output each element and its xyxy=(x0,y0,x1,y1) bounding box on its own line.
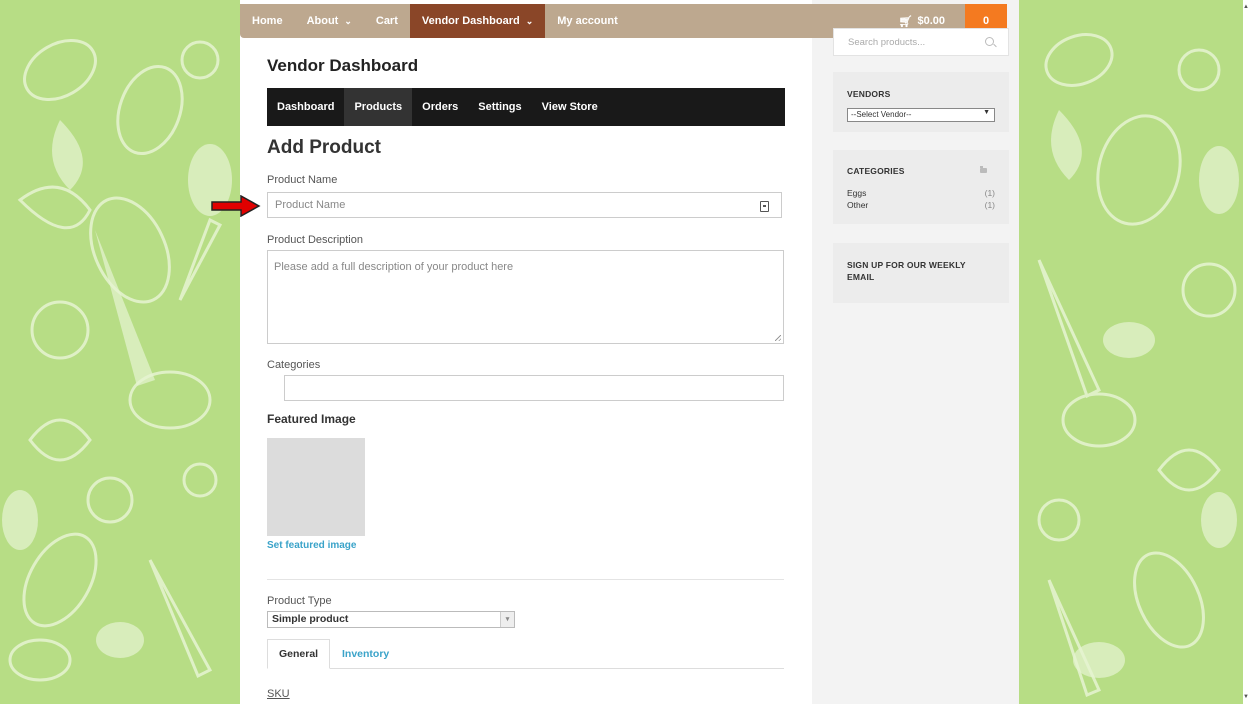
category-count: (1) xyxy=(984,200,995,210)
cart-icon: 🛒︎ xyxy=(898,15,913,28)
categories-widget-title: CATEGORIES xyxy=(847,166,905,176)
password-manager-icon[interactable] xyxy=(760,201,769,212)
background-pattern-left xyxy=(0,0,240,704)
resize-grip-icon[interactable] xyxy=(775,335,781,341)
search-placeholder: Search products... xyxy=(848,37,926,48)
category-name[interactable]: Other xyxy=(847,200,868,210)
scroll-down-icon[interactable]: ▼ xyxy=(1243,694,1249,700)
product-data-tabs: General Inventory xyxy=(267,639,784,669)
vendors-widget-title: VENDORS xyxy=(847,89,891,99)
nav-vendor-dashboard[interactable]: Vendor Dashboard ⌄ xyxy=(409,4,546,38)
nav-home[interactable]: Home xyxy=(240,4,295,38)
nav-my-account[interactable]: My account xyxy=(545,4,630,38)
tab-general[interactable]: General xyxy=(267,639,331,669)
select-arrow-icon: ▾ xyxy=(500,612,514,627)
set-featured-image-link[interactable]: Set featured image xyxy=(267,540,356,551)
vendor-dashboard-menu: Dashboard Products Orders Settings View … xyxy=(267,88,785,126)
tab-inventory[interactable]: Inventory xyxy=(331,639,400,668)
menu-settings[interactable]: Settings xyxy=(468,88,531,126)
scroll-up-icon[interactable]: ▲ xyxy=(1243,4,1249,10)
background-pattern-right xyxy=(1019,0,1249,704)
vendor-select[interactable]: --Select Vendor-- ▼ xyxy=(847,108,995,122)
sku-label: SKU xyxy=(267,688,290,700)
newsletter-signup-widget: SIGN UP FOR OUR WEEKLY EMAIL xyxy=(833,243,1009,303)
product-name-placeholder: Product Name xyxy=(275,199,346,211)
product-type-select[interactable]: Simple product ▾ xyxy=(267,611,515,628)
chevron-down-icon: ⌄ xyxy=(525,15,534,26)
add-product-heading: Add Product xyxy=(267,137,381,158)
product-name-label: Product Name xyxy=(267,174,338,186)
newsletter-signup-title: SIGN UP FOR OUR WEEKLY EMAIL xyxy=(847,260,966,282)
category-count: (1) xyxy=(984,188,995,198)
product-search-input[interactable]: Search products... xyxy=(833,28,1009,56)
folder-icon xyxy=(980,166,987,173)
page-scrollbar[interactable]: ▲ ▼ xyxy=(1243,0,1249,704)
category-name[interactable]: Eggs xyxy=(847,188,866,198)
categories-input[interactable] xyxy=(284,375,784,401)
red-arrow-annotation-icon xyxy=(211,195,261,217)
product-type-label: Product Type xyxy=(267,595,332,607)
menu-dashboard[interactable]: Dashboard xyxy=(267,88,344,126)
menu-orders[interactable]: Orders xyxy=(412,88,468,126)
search-icon[interactable] xyxy=(985,37,994,46)
product-description-label: Product Description xyxy=(267,234,363,246)
chevron-down-icon: ▼ xyxy=(983,109,990,116)
category-item[interactable]: Eggs (1) xyxy=(847,188,995,198)
nav-about[interactable]: About ⌄ xyxy=(295,4,364,38)
categories-widget: CATEGORIES Eggs (1) Other (1) xyxy=(833,150,1009,224)
vendor-select-value: --Select Vendor-- xyxy=(851,110,912,119)
categories-label: Categories xyxy=(267,359,321,371)
nav-cart[interactable]: Cart xyxy=(364,4,410,38)
chevron-down-icon: ⌄ xyxy=(344,15,352,26)
product-description-placeholder: Please add a full description of your pr… xyxy=(274,261,514,273)
page-title: Vendor Dashboard xyxy=(267,56,419,75)
product-name-input[interactable]: Product Name xyxy=(267,192,782,218)
category-item[interactable]: Other (1) xyxy=(847,200,995,210)
menu-products[interactable]: Products xyxy=(344,88,413,126)
featured-image-placeholder[interactable] xyxy=(267,438,365,536)
menu-view-store[interactable]: View Store xyxy=(532,88,608,126)
product-description-textarea[interactable]: Please add a full description of your pr… xyxy=(267,250,784,344)
vendors-widget: VENDORS --Select Vendor-- ▼ xyxy=(833,72,1009,132)
featured-image-title: Featured Image xyxy=(267,412,356,426)
product-type-value: Simple product xyxy=(272,613,349,625)
section-divider xyxy=(267,579,784,580)
